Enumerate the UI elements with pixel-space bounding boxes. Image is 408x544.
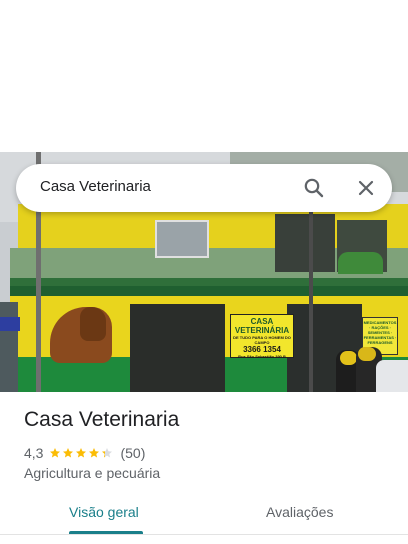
close-icon[interactable] <box>354 176 378 200</box>
photo-sign-title: CASA VETERINÁRIA <box>234 317 290 335</box>
photo-balcony <box>275 214 335 272</box>
rating-row[interactable]: 4,3 (50) <box>24 444 145 462</box>
tab-reviews[interactable]: Avaliações <box>266 504 333 520</box>
photo-sign-phone: 3366 1354 <box>243 345 281 354</box>
photo-store-entrance <box>130 304 225 392</box>
map-blank-area <box>0 0 408 152</box>
star-icon <box>50 448 61 458</box>
review-count[interactable]: (50) <box>120 445 145 461</box>
star-icon <box>102 448 113 458</box>
tabs-divider <box>0 534 408 535</box>
place-title: Casa Veterinaria <box>24 408 180 431</box>
photo-neighbor-shop <box>0 302 18 392</box>
tab-overview[interactable]: Visão geral <box>69 504 139 520</box>
photo-window <box>155 220 209 258</box>
rating-value: 4,3 <box>24 445 44 461</box>
photo-plants <box>338 252 383 274</box>
place-category: Agricultura e pecuária <box>24 465 161 481</box>
star-icon <box>63 448 74 458</box>
photo-car <box>376 360 408 392</box>
photo-awning <box>10 286 408 296</box>
photo-helmet <box>340 351 357 365</box>
photo-store-sign: CASA VETERINÁRIA DE TUDO PARA O HOMEM DO… <box>230 314 294 359</box>
star-rating <box>49 447 114 459</box>
star-icon <box>76 448 87 458</box>
photo-helmet <box>358 347 376 361</box>
search-icon[interactable] <box>302 176 326 200</box>
photo-sign-address: Rua São Sebastião 390 B <box>238 354 286 359</box>
photo-blue-sign <box>0 317 20 331</box>
search-input[interactable]: Casa Veterinaria <box>40 178 151 195</box>
search-bar[interactable]: Casa Veterinaria <box>16 164 392 212</box>
photo-utility-pole <box>309 212 313 392</box>
star-icon <box>89 448 100 458</box>
photo-horse-head <box>80 307 106 341</box>
photo-sign-subtitle: DE TUDO PARA O HOMEM DO CAMPO <box>233 335 291 345</box>
photo-wall-stripe <box>10 278 408 286</box>
